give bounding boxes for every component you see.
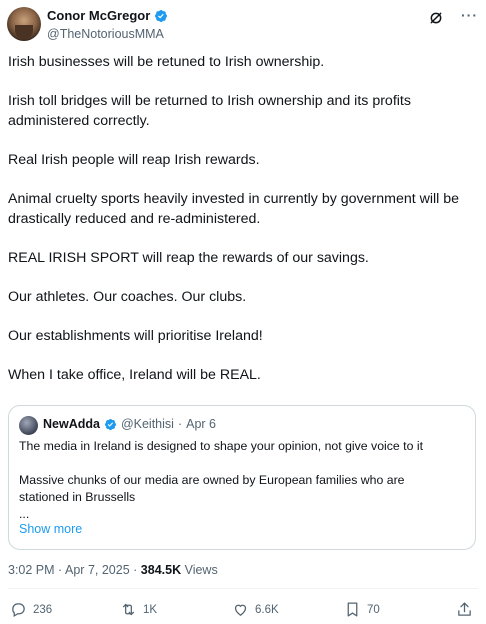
reply-icon <box>12 603 25 618</box>
author-avatar[interactable] <box>7 7 41 41</box>
heart-icon <box>234 604 247 616</box>
more-options-icon[interactable]: ··· <box>461 7 478 23</box>
author-handle[interactable]: @TheNotoriousMMA <box>47 27 164 41</box>
quote-header: NewAdda @Keithisi · Apr 6 <box>43 417 216 431</box>
post-body: Irish businesses will be retuned to Iris… <box>8 52 480 404</box>
like-count: 6.6K <box>255 603 279 616</box>
bookmark-icon <box>347 602 358 617</box>
quote-body: The media in Ireland is designed to shap… <box>19 438 467 523</box>
post-paragraph: Our athletes. Our coaches. Our clubs. <box>8 289 247 305</box>
reply-button[interactable]: 236 <box>10 601 52 618</box>
post-paragraph: Real Irish people will reap Irish reward… <box>8 152 260 168</box>
share-icon <box>458 602 471 616</box>
author-name-row: Conor McGregor <box>47 8 168 23</box>
meta-separator: · <box>133 563 138 577</box>
post-time[interactable]: 3:02 PM <box>8 563 55 577</box>
share-button[interactable] <box>456 601 473 618</box>
bookmark-button[interactable]: 70 <box>344 601 380 618</box>
quote-line: The media in Ireland is designed to shap… <box>19 439 423 453</box>
quote-author-name[interactable]: NewAdda <box>43 417 100 431</box>
repost-button[interactable]: 1K <box>120 601 157 618</box>
views-count: 384.5K <box>140 563 182 577</box>
views-label: Views <box>184 563 218 577</box>
verified-badge-icon <box>104 418 117 430</box>
quote-author-avatar[interactable] <box>19 416 38 435</box>
quoted-post[interactable]: NewAdda @Keithisi · Apr 6 The media in I… <box>8 405 476 550</box>
meta-separator: · <box>58 563 63 577</box>
quote-line: ... <box>19 507 30 521</box>
verified-badge-icon <box>155 9 168 22</box>
post-paragraph: Irish toll bridges will be returned to I… <box>8 93 411 129</box>
quote-author-handle[interactable]: @Keithisi <box>121 417 174 431</box>
reply-count: 236 <box>33 603 53 616</box>
repost-count: 1K <box>143 603 158 616</box>
repost-icon <box>122 603 135 616</box>
quote-line: stationed in Brussells <box>19 490 136 504</box>
quote-separator: · <box>177 417 183 431</box>
post-date[interactable]: Apr 7, 2025 <box>65 563 130 577</box>
post-paragraph: Irish businesses will be retuned to Iris… <box>8 54 325 70</box>
author-display-name[interactable]: Conor McGregor <box>47 8 150 23</box>
divider <box>8 588 478 589</box>
like-button[interactable]: 6.6K <box>232 601 279 618</box>
action-bar: 236 1K 6.6K 70 <box>10 601 476 623</box>
bookmark-count: 70 <box>367 603 380 616</box>
post-paragraph: Our establishments will prioritise Irela… <box>8 328 263 344</box>
quote-date[interactable]: Apr 6 <box>186 417 216 431</box>
post-paragraph: REAL IRISH SPORT will reap the rewards o… <box>8 250 369 266</box>
post-header: Conor McGregor @TheNotoriousMMA ··· <box>7 7 478 45</box>
show-more-link[interactable]: Show more <box>19 522 82 536</box>
post-paragraph: When I take office, Ireland will be REAL… <box>8 367 261 383</box>
post-timestamp-row: 3:02 PM · Apr 7, 2025 · 384.5K Views <box>8 563 218 577</box>
grok-icon[interactable] <box>428 10 444 26</box>
post-paragraph: Animal cruelty sports heavily invested i… <box>8 191 460 227</box>
quote-line: Massive chunks of our media are owned by… <box>19 473 405 487</box>
